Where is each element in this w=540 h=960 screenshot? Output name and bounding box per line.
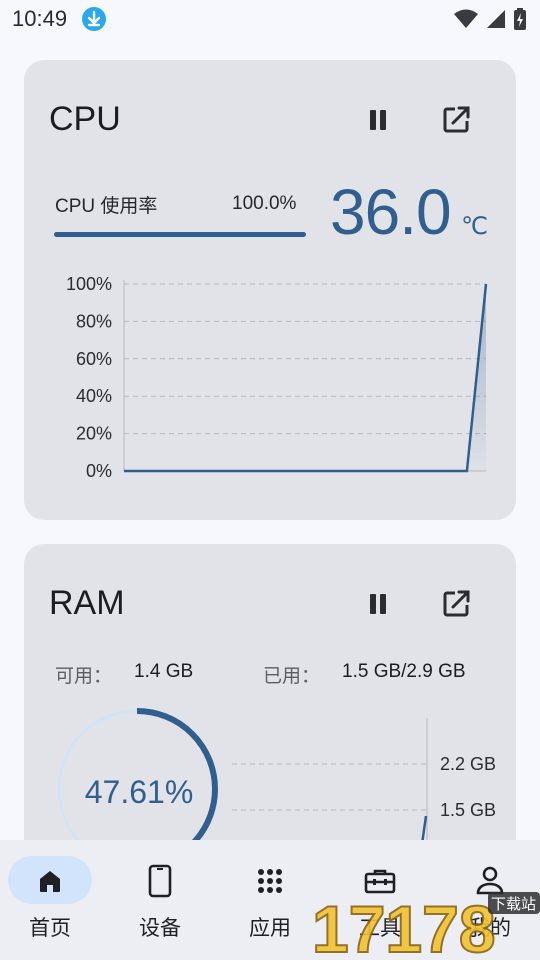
ram-used-value: 1.5 GB/2.9 GB xyxy=(342,661,466,682)
status-time: 10:49 xyxy=(12,6,68,31)
cpu-usage-bar-fill xyxy=(54,232,306,237)
ram-pause-button[interactable] xyxy=(356,582,400,626)
watermark-logo: 17178 下载站 xyxy=(311,891,540,960)
cpu-usage-value: 100.0% xyxy=(232,193,297,214)
y-tick-label: 20% xyxy=(76,424,112,444)
cpu-title: CPU xyxy=(49,100,121,138)
cpu-temperature-unit: ℃ xyxy=(461,213,488,240)
cpu-pause-button[interactable] xyxy=(356,98,400,142)
y-tick-label: 100% xyxy=(66,274,112,294)
ram-used-label: 已用： xyxy=(263,666,321,687)
nav-item-home[interactable]: 首页 xyxy=(0,840,108,960)
cpu-usage-line xyxy=(124,283,488,473)
open-external-icon xyxy=(443,590,470,617)
cpu-usage-chart: 100% 80% 60% 40% 20% 0% xyxy=(66,274,488,481)
cpu-open-external-button[interactable] xyxy=(434,98,478,142)
cpu-area-fill xyxy=(124,284,486,471)
cpu-temperature: 36.0 xyxy=(330,176,452,248)
svg-text:17178: 17178 xyxy=(312,892,496,960)
y-tick-label: 0% xyxy=(86,461,112,481)
ram-available-value: 1.4 GB xyxy=(134,661,194,682)
ram-usage-percent: 47.61% xyxy=(84,774,194,810)
download-icon xyxy=(82,7,106,31)
wifi-icon xyxy=(454,9,478,34)
y-tick-label: 40% xyxy=(76,386,112,406)
signal-icon xyxy=(486,9,506,34)
nav-label: 首页 xyxy=(29,917,71,940)
pause-icon xyxy=(370,594,386,614)
y-tick-label: 60% xyxy=(76,349,112,369)
battery-icon xyxy=(514,8,526,35)
y-tick-label: 1.5 GB xyxy=(440,800,496,820)
ram-available-label: 可用： xyxy=(55,666,113,687)
phone-icon xyxy=(143,864,177,898)
cpu-usage-label: CPU 使用率 xyxy=(55,196,158,217)
cpu-card: CPU CPU 使用率 100.0% 36.0 ℃ 100% 80% 60% 40% 2… xyxy=(24,60,516,520)
svg-text:下载站: 下载站 xyxy=(491,895,536,913)
nav-item-device[interactable]: 设备 xyxy=(110,840,218,960)
y-tick-label: 2.2 GB xyxy=(440,754,496,774)
ram-open-external-button[interactable] xyxy=(434,582,478,626)
open-external-icon xyxy=(443,106,470,133)
status-bar: 10:49 xyxy=(0,0,540,38)
nav-label: 应用 xyxy=(249,917,291,940)
ram-usage-chart: 2.2 GB 1.5 GB xyxy=(232,718,496,844)
pause-icon xyxy=(370,110,386,130)
ram-title: RAM xyxy=(49,584,125,622)
apps-grid-icon xyxy=(253,864,287,898)
nav-label: 设备 xyxy=(139,917,181,940)
cpu-usage-bar xyxy=(54,232,306,237)
y-tick-label: 80% xyxy=(76,311,112,331)
home-icon xyxy=(33,864,67,898)
